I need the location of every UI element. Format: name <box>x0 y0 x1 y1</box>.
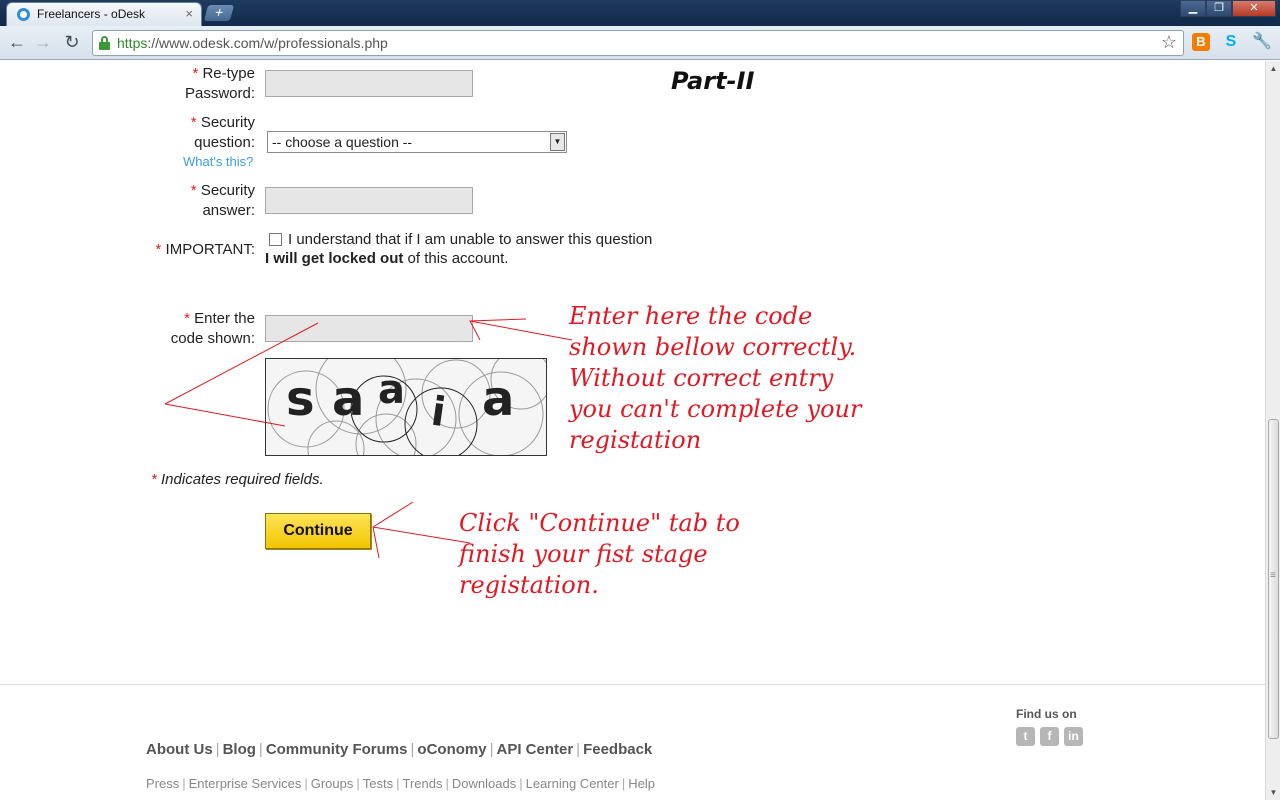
facebook-icon[interactable]: f <box>1040 727 1059 746</box>
footer-link-press[interactable]: Press <box>146 776 179 791</box>
window-controls: ▁ ❐ ✕ <box>1180 0 1276 18</box>
twitter-icon[interactable]: t <box>1016 727 1035 746</box>
forward-arrow-icon[interactable]: → <box>32 32 54 54</box>
scroll-up-arrow-icon[interactable]: ▲ <box>1266 61 1280 76</box>
captcha-letter: a <box>482 371 514 427</box>
captcha-annotation: Enter here the code shown bellow correct… <box>569 302 862 454</box>
browser-toolbar: ← → ↻ https://www.odesk.com/w/profession… <box>0 26 1280 60</box>
footer-link-groups[interactable]: Groups <box>311 776 354 791</box>
back-arrow-icon[interactable]: ← <box>6 32 28 54</box>
wrench-menu-icon[interactable]: 🔧 <box>1252 33 1272 51</box>
footer-link-community-forums[interactable]: Community Forums <box>266 741 408 758</box>
retype-password-input[interactable] <box>265 70 473 97</box>
footer-link-enterprise-services[interactable]: Enterprise Services <box>189 776 302 791</box>
security-question-select[interactable]: -- choose a question -- ▼ <box>267 131 567 153</box>
blogger-extension-icon[interactable]: B <box>1192 33 1210 51</box>
whats-this-link[interactable]: What's this? <box>183 154 253 169</box>
browser-titlebar: Freelancers - oDesk × + ▁ ❐ ✕ <box>0 0 1280 26</box>
bookmark-star-icon[interactable]: ☆ <box>1161 32 1177 53</box>
minimize-button[interactable]: ▁ <box>1180 0 1206 17</box>
footer-link-trends[interactable]: Trends <box>403 776 443 791</box>
security-answer-label: * Security answer: <box>190 182 255 219</box>
captcha-letter: i <box>428 389 448 436</box>
continue-annotation: Click "Continue" tab to finish your fist… <box>459 509 740 599</box>
footer-sub-links: Press | Enterprise Services | Groups | Tests | T… <box>146 776 655 791</box>
captcha-code-label: * Enter the code shown: <box>170 310 255 347</box>
address-bar[interactable]: https://www.odesk.com/w/professionals.ph… <box>92 30 1184 56</box>
footer-divider <box>0 684 1265 685</box>
browser-tab[interactable]: Freelancers - oDesk × <box>6 2 202 26</box>
page-content: * Re-type Password: Part-II * Security que… <box>0 61 1265 800</box>
lockout-agreement-text: I understand that if I am unable to answ… <box>288 231 653 248</box>
footer-link-learning-center[interactable]: Learning Center <box>526 776 619 791</box>
reload-icon[interactable]: ↻ <box>61 32 83 54</box>
odesk-favicon-icon <box>17 8 30 21</box>
maximize-button[interactable]: ❐ <box>1206 0 1232 17</box>
find-us-label: Find us on <box>1016 707 1077 721</box>
arrow-head-up <box>372 501 414 528</box>
security-question-selected: -- choose a question -- <box>272 134 413 150</box>
arrow-to-continue <box>372 526 471 544</box>
important-label: * IMPORTANT: <box>155 241 255 258</box>
vertical-scrollbar[interactable]: ▲ ≡ ▼ <box>1265 61 1280 800</box>
captcha-image: s a a i a <box>265 358 547 456</box>
lockout-warning-text: I will get locked out of this account. <box>265 250 509 267</box>
footer-link-api-center[interactable]: API Center <box>496 741 573 758</box>
linkedin-icon[interactable]: in <box>1064 727 1083 746</box>
arrow-head-down <box>372 526 380 559</box>
footer-link-blog[interactable]: Blog <box>223 741 256 758</box>
arrow-head-code-input <box>469 318 527 341</box>
part-title-annotation: Part-II <box>671 67 755 95</box>
scroll-thumb[interactable]: ≡ <box>1268 419 1279 739</box>
footer-main-links: About Us | Blog | Community Forums | oConomy | A… <box>146 741 653 758</box>
scroll-down-arrow-icon[interactable]: ▼ <box>1266 785 1280 800</box>
skype-extension-icon[interactable]: S <box>1222 33 1240 51</box>
continue-button[interactable]: Continue <box>265 513 371 549</box>
security-answer-input[interactable] <box>265 187 473 214</box>
dropdown-arrow-icon[interactable]: ▼ <box>550 133 565 151</box>
url-text: https://www.odesk.com/w/professionals.ph… <box>117 35 388 51</box>
captcha-code-input[interactable] <box>265 315 473 342</box>
footer-link-downloads[interactable]: Downloads <box>452 776 516 791</box>
tab-close-icon[interactable]: × <box>185 6 193 21</box>
captcha-letter: s <box>286 371 315 427</box>
lockout-agreement-checkbox[interactable] <box>269 233 282 246</box>
captcha-letter: a <box>378 367 405 413</box>
footer-link-feedback[interactable]: Feedback <box>583 741 652 758</box>
footer-link-help[interactable]: Help <box>628 776 655 791</box>
arrow-to-code-input <box>469 320 573 341</box>
required-fields-note: * Indicates required fields. <box>151 471 324 488</box>
footer-link-tests[interactable]: Tests <box>363 776 393 791</box>
footer-link-about-us[interactable]: About Us <box>146 741 213 758</box>
security-question-label: * Security question: <box>190 114 255 151</box>
captcha-letter: a <box>332 371 364 427</box>
new-tab-button[interactable]: + <box>203 4 235 21</box>
tab-title: Freelancers - oDesk <box>37 7 146 21</box>
ssl-lock-icon <box>99 36 110 50</box>
close-window-button[interactable]: ✕ <box>1232 0 1276 17</box>
retype-password-label: * Re-type Password: <box>184 65 255 102</box>
footer-link-oconomy[interactable]: oConomy <box>417 741 486 758</box>
